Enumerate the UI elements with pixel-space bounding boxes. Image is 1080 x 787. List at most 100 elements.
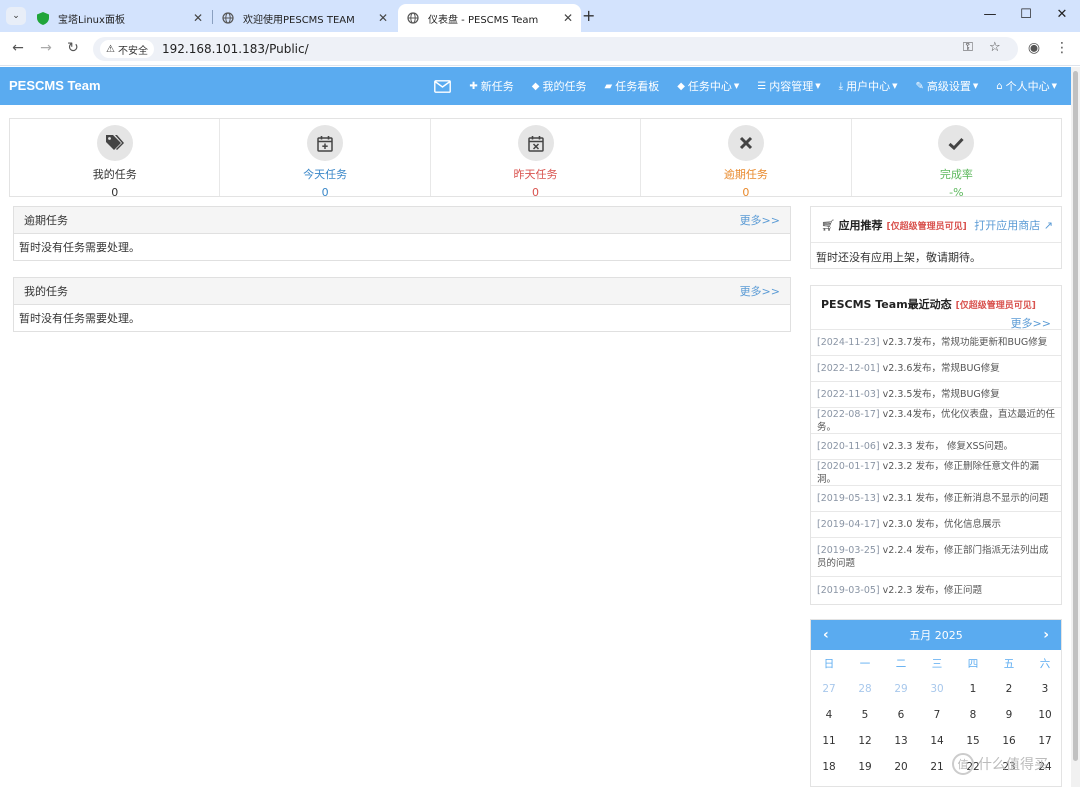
tab-search-dropdown-button[interactable]: ⌄ [6, 7, 26, 25]
stat-overdue-tasks[interactable]: 逾期任务 0 [641, 119, 852, 199]
calendar-day[interactable]: 12 [847, 728, 883, 754]
omnibox[interactable]: ⚠ 不安全 192.168.101.183/Public/ ⚿ ☆ [93, 37, 1018, 61]
kebab-menu-icon[interactable]: ⋮ [1052, 40, 1072, 56]
shield-icon [36, 11, 50, 25]
calendar-day[interactable]: 11 [811, 728, 847, 754]
news-item[interactable]: [2020-01-17] v2.3.2 发布，修正删除任意文件的漏洞。 [811, 460, 1061, 486]
news-item-text: [2020-11-06] v2.3.3 发布， 修复XSS问题。 [817, 440, 1013, 453]
menu-my-task[interactable]: ◆ 我的任务 [532, 78, 587, 94]
calendar-day[interactable]: 5 [847, 702, 883, 728]
news-item-text: [2024-11-23] v2.3.7发布，常规功能更新和BUG修复 [817, 336, 1047, 349]
scrollbar-thumb[interactable] [1073, 71, 1078, 761]
news-date: [2019-05-13] [817, 493, 880, 504]
tab-title: 宝塔Linux面板 [58, 14, 125, 26]
calendar-day[interactable]: 29 [883, 676, 919, 702]
calendar-day[interactable]: 1 [955, 676, 991, 702]
calendar-day[interactable]: 28 [847, 676, 883, 702]
news-item[interactable]: [2022-12-01] v2.3.6发布，常规BUG修复 [811, 356, 1061, 382]
tab-close-icon[interactable]: ✕ [378, 11, 388, 25]
news-item[interactable]: [2022-08-17] v2.3.4发布，优化仪表盘，直达最近的任务。 [811, 408, 1061, 434]
maximize-icon[interactable]: ☐ [1016, 7, 1036, 22]
news-item[interactable]: [2019-05-13] v2.3.1 发布，修正新消息不显示的问题 [811, 486, 1061, 512]
calendar-day[interactable]: 18 [811, 754, 847, 780]
menu-user-center[interactable]: ⤓ 用户中心 ▼ [839, 78, 898, 94]
overdue-more-link[interactable]: 更多>> [740, 212, 780, 228]
menu-personal-center[interactable]: ⌂ 个人中心 ▼ [996, 78, 1057, 94]
stat-label: 今天任务 [303, 168, 348, 181]
minimize-icon[interactable]: — [980, 7, 1000, 22]
calendar-day[interactable]: 6 [883, 702, 919, 728]
news-more-link[interactable]: 更多>> [1011, 315, 1051, 331]
open-app-store-link[interactable]: 打开应用商店 ↗ [974, 217, 1053, 233]
admin-only-tag: [仅超级管理员可见] [955, 301, 1036, 311]
calendar-day[interactable]: 30 [919, 676, 955, 702]
window-close-icon[interactable]: ✕ [1052, 7, 1072, 22]
stat-label: 逾期任务 [723, 168, 768, 181]
key-icon[interactable]: ⚿ [963, 40, 973, 55]
news-item[interactable]: [2019-04-17] v2.3.0 发布，优化信息展示 [811, 512, 1061, 538]
back-arrow-icon[interactable]: ← [8, 40, 28, 56]
times-icon [727, 125, 764, 161]
security-indicator[interactable]: ⚠ 不安全 [100, 40, 154, 58]
calendar-day[interactable]: 8 [955, 702, 991, 728]
calendar-day[interactable]: 20 [883, 754, 919, 780]
security-label: 不安全 [117, 45, 148, 57]
calendar-day[interactable]: 7 [919, 702, 955, 728]
calendar-day[interactable]: 10 [1027, 702, 1061, 728]
brand-logo[interactable]: PESCMS Team [9, 78, 101, 93]
browser-tab-baota[interactable]: 宝塔Linux面板 ✕ [28, 4, 211, 32]
calendar-day[interactable]: 27 [811, 676, 847, 702]
stat-value: -% [949, 186, 964, 199]
menu-task-board[interactable]: ▰ 任务看板 [605, 78, 660, 94]
browser-tab-welcome[interactable]: 欢迎使用PESCMS TEAM ✕ [213, 4, 396, 32]
news-item-text: [2022-11-03] v2.3.5发布，常规BUG修复 [817, 388, 1000, 401]
menu-new-task[interactable]: ✚ 新任务 [469, 78, 513, 94]
star-bookmark-icon[interactable]: ☆ [989, 40, 1001, 55]
news-date: [2019-03-05] [817, 584, 880, 596]
forward-arrow-icon[interactable]: → [36, 40, 56, 56]
reload-icon[interactable]: ↻ [63, 40, 83, 56]
chevron-right-icon[interactable]: › [1043, 627, 1049, 643]
news-date: [2019-03-25] [817, 545, 880, 556]
chevron-left-icon[interactable]: ‹ [823, 627, 829, 643]
calendar-weekday: 日 [823, 657, 835, 670]
calendar-day[interactable]: 19 [847, 754, 883, 780]
calendar-day[interactable]: 9 [991, 702, 1027, 728]
browser-tab-dashboard[interactable]: 仪表盘 - PESCMS Team ✕ [398, 4, 581, 32]
calendar-day[interactable]: 2 [991, 676, 1027, 702]
tab-close-icon[interactable]: ✕ [563, 11, 573, 25]
menu-advanced-settings[interactable]: ✎ 高级设置 ▼ [915, 78, 978, 94]
news-item[interactable]: [2019-03-25] v2.2.4 发布，修正部门指派无法列出成员的问题 [811, 538, 1061, 577]
stat-completion-rate[interactable]: 完成率 -% [852, 119, 1061, 199]
news-item[interactable]: [2024-11-23] v2.3.7发布，常规功能更新和BUG修复 [811, 330, 1061, 356]
stat-my-tasks[interactable]: 我的任务 0 [10, 119, 221, 199]
calendar-day[interactable]: 14 [919, 728, 955, 754]
calendar-day[interactable]: 13 [883, 728, 919, 754]
menu-content-manage[interactable]: ☰ 内容管理 ▼ [757, 78, 820, 94]
tab-close-icon[interactable]: ✕ [193, 11, 203, 25]
menu-task-center[interactable]: ◆ 任务中心 ▼ [677, 78, 739, 94]
page-scrollbar[interactable] [1071, 67, 1080, 787]
browser-tab-bar: ⌄ 宝塔Linux面板 ✕ 欢迎使用PESCMS TEAM ✕ 仪表盘 - PE… [0, 0, 1080, 32]
globe-icon [406, 11, 420, 25]
calendar-day[interactable]: 3 [1027, 676, 1061, 702]
calendar-day[interactable]: 4 [811, 702, 847, 728]
calendar-day[interactable]: 21 [919, 754, 955, 780]
stat-yesterday-tasks[interactable]: 昨天任务 0 [431, 119, 642, 199]
stat-today-tasks[interactable]: 今天任务 0 [220, 119, 431, 199]
news-item[interactable]: [2019-03-05] v2.2.3 发布，修正问题 [811, 577, 1061, 603]
panel-title: 逾期任务 [24, 214, 68, 227]
calendar-plus-icon [307, 125, 344, 161]
mail-icon[interactable] [434, 79, 452, 93]
url-text[interactable]: 192.168.101.183/Public/ [162, 42, 309, 56]
news-item[interactable]: [2020-11-06] v2.3.3 发布， 修复XSS问题。 [811, 434, 1061, 460]
profile-icon[interactable]: ◉ [1024, 40, 1044, 56]
calendar-day[interactable]: 17 [1027, 728, 1061, 754]
overdue-tasks-panel: 逾期任务 更多>> 暂时没有任务需要处理。 [13, 206, 791, 261]
news-item-text: [2020-01-17] v2.3.2 发布，修正删除任意文件的漏洞。 [817, 460, 1055, 486]
calendar-day[interactable]: 16 [991, 728, 1027, 754]
mytask-more-link[interactable]: 更多>> [740, 283, 780, 299]
calendar-day[interactable]: 15 [955, 728, 991, 754]
news-item[interactable]: [2022-11-03] v2.3.5发布，常规BUG修复 [811, 382, 1061, 408]
new-tab-button[interactable]: + [582, 6, 595, 25]
